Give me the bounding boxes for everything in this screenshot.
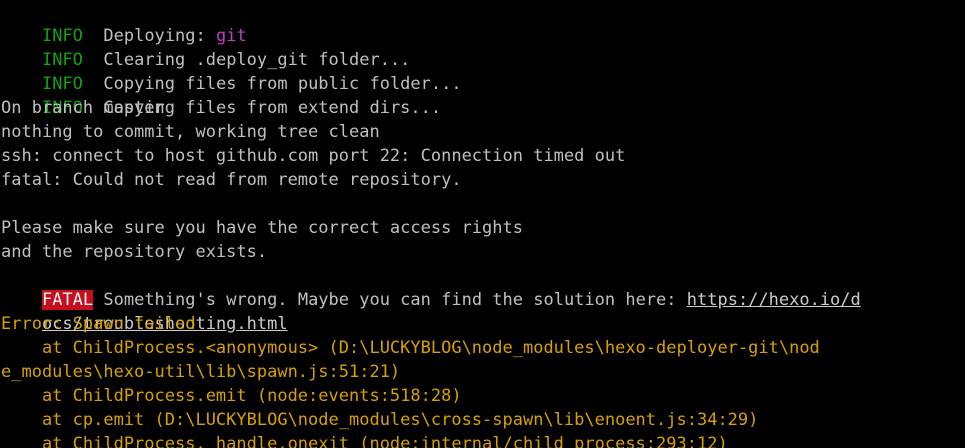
fatal-tag: FATAL bbox=[41, 290, 94, 310]
stack-frame-4: at ChildProcess._handle.onexit (node:int… bbox=[1, 434, 728, 448]
stack-frame-1-cont: e_modules\hexo-util\lib\spawn.js:51:21) bbox=[1, 362, 401, 382]
stack-frame-1: at ChildProcess.<anonymous> (D:\LUCKYBLO… bbox=[1, 338, 820, 358]
info-tag: INFO bbox=[41, 26, 83, 46]
log-line-ssh-timeout: ssh: connect to host github.com port 22:… bbox=[1, 146, 626, 166]
log-text: Clearing .deploy_git folder... bbox=[82, 50, 411, 70]
troubleshooting-link[interactable]: https://hexo.io/d bbox=[687, 290, 861, 310]
log-text: Copying files from public folder... bbox=[82, 74, 462, 94]
log-line-fatal: FATAL Something's wrong. Maybe you can f… bbox=[0, 264, 965, 310]
log-line-fatal-remote: fatal: Could not read from remote reposi… bbox=[1, 170, 462, 190]
stack-frame-3: at cp.emit (D:\LUCKYBLOG\node_modules\cr… bbox=[1, 410, 759, 430]
log-line-repo-exists: and the repository exists. bbox=[1, 242, 268, 262]
log-line-deploying: INFO Deploying: git bbox=[0, 0, 965, 46]
info-tag: INFO bbox=[41, 50, 83, 70]
stack-frame-2: at ChildProcess.emit (node:events:518:28… bbox=[1, 386, 462, 406]
log-line-access-rights: Please make sure you have the correct ac… bbox=[1, 218, 523, 238]
log-line-blank bbox=[0, 192, 965, 216]
fatal-message: Something's wrong. Maybe you can find th… bbox=[93, 290, 687, 310]
info-tag: INFO bbox=[41, 74, 83, 94]
log-text: Deploying: bbox=[82, 26, 216, 46]
terminal-output[interactable]: INFO Deploying: git INFO Clearing .deplo… bbox=[0, 0, 965, 448]
deployer-name: git bbox=[215, 26, 247, 46]
log-line-nothing-to-commit: nothing to commit, working tree clean bbox=[1, 122, 380, 142]
log-line-branch: On branch master bbox=[1, 98, 165, 118]
error-spawn-failed: Error: Spawn failed bbox=[1, 314, 196, 334]
